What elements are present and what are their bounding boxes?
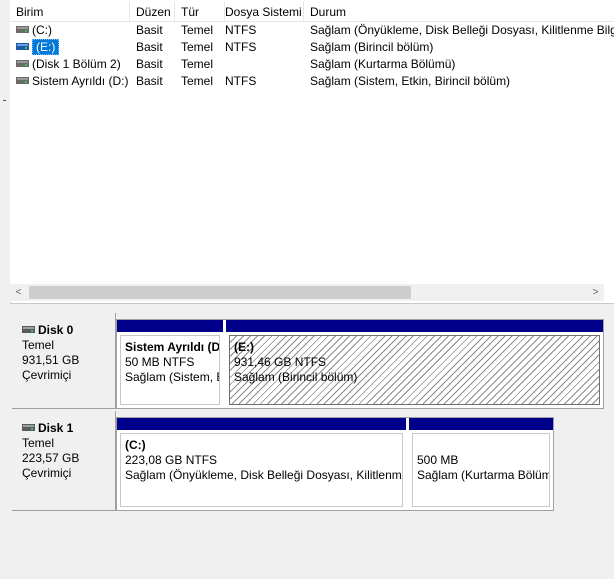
horizontal-scrollbar[interactable]: < > xyxy=(10,284,604,301)
volume-name-selected: (E:) xyxy=(32,39,60,55)
partition-bar xyxy=(117,320,223,332)
volume-layout: Basit xyxy=(136,57,163,71)
partition-status: Sağlam (Birincil bölüm) xyxy=(234,370,358,384)
volume-name-cell: (E:) xyxy=(16,39,132,56)
volume-layout: Basit xyxy=(136,23,163,37)
disk-label-1[interactable]: Disk 1 Temel 223,57 GB Çevrimiçi xyxy=(12,411,116,511)
drive-icon xyxy=(16,43,29,51)
partition-recovery[interactable]: 500 MB Sağlam (Kurtarma Bölüm xyxy=(409,418,553,510)
volume-status: Sağlam (Sistem, Etkin, Birincil bölüm) xyxy=(310,74,511,88)
disk-size: 223,57 GB xyxy=(22,451,80,465)
volume-layout: Basit xyxy=(136,40,163,54)
volume-type: Temel xyxy=(181,57,214,71)
volume-filesystem: NTFS xyxy=(225,23,257,37)
scroll-right-arrow[interactable]: > xyxy=(587,284,604,301)
column-header-durum[interactable]: Durum xyxy=(304,2,614,21)
volume-name-cell: (Disk 1 Bölüm 2) xyxy=(16,56,132,73)
volume-type: Temel xyxy=(181,40,214,54)
partition-body: (C:) 223,08 GB NTFS Sağlam (Önyükleme, D… xyxy=(120,433,403,507)
partition-size: 50 MB NTFS xyxy=(125,355,195,369)
volume-name: Sistem Ayrıldı (D:) xyxy=(32,74,129,88)
disk-name-row: Disk 0 xyxy=(22,323,115,338)
partition-system-reserved[interactable]: Sistem Ayrıldı (D 50 MB NTFS Sağlam (Sis… xyxy=(117,320,223,408)
partition-bar xyxy=(117,418,406,430)
volume-layout: Basit xyxy=(136,74,163,88)
disk-0-partitions: Sistem Ayrıldı (D 50 MB NTFS Sağlam (Sis… xyxy=(116,319,604,409)
disk-icon xyxy=(22,424,35,432)
partition-status: Sağlam (Kurtarma Bölüm xyxy=(417,468,550,482)
disk-state: Çevrimiçi xyxy=(22,368,72,382)
volume-row[interactable]: (Disk 1 Bölüm 2) Basit Temel Sağlam (Kur… xyxy=(10,56,614,73)
volume-status: Sağlam (Kurtarma Bölümü) xyxy=(310,57,456,71)
volume-status: Sağlam (Önyükleme, Disk Belleği Dosyası,… xyxy=(310,23,614,37)
column-header-duzen[interactable]: Düzen xyxy=(130,2,175,21)
column-header-tur[interactable]: Tür xyxy=(175,2,225,21)
partition-size: 500 MB xyxy=(417,453,459,467)
partition-body-selected: (E:) 931,46 GB NTFS Sağlam (Birincil böl… xyxy=(229,335,600,405)
volume-name-cell: (C:) xyxy=(16,22,132,39)
disk-size: 931,51 GB xyxy=(22,353,80,367)
volume-name-cell: Sistem Ayrıldı (D:) xyxy=(16,73,132,90)
volume-type: Temel xyxy=(181,74,214,88)
drive-icon xyxy=(16,77,29,85)
partition-name xyxy=(417,438,545,453)
volume-filesystem: NTFS xyxy=(225,74,257,88)
scroll-thumb[interactable] xyxy=(29,286,411,299)
drive-icon xyxy=(16,26,29,34)
partition-name: (C:) xyxy=(125,438,146,452)
volume-list[interactable]: Birim Düzen Tür Dosya Sistemi Durum (C:)… xyxy=(10,0,614,302)
volume-filesystem: NTFS xyxy=(225,40,257,54)
disk-name: Disk 0 xyxy=(38,323,74,337)
disk-type: Temel xyxy=(22,436,55,450)
column-header-birim[interactable]: Birim xyxy=(10,2,130,21)
partition-status: Sağlam (Önyükleme, Disk Belleği Dosyası,… xyxy=(125,468,403,482)
volume-row[interactable]: Sistem Ayrıldı (D:) Basit Temel NTFS Sağ… xyxy=(10,73,614,90)
partition-size: 223,08 GB NTFS xyxy=(125,453,218,467)
partition-name: Sistem Ayrıldı (D xyxy=(125,340,220,354)
disk-name-row: Disk 1 xyxy=(22,421,115,436)
partition-bar xyxy=(409,418,553,430)
disk-name: Disk 1 xyxy=(38,421,74,435)
disk-label-0[interactable]: Disk 0 Temel 931,51 GB Çevrimiçi xyxy=(12,313,116,409)
partition-c[interactable]: (C:) 223,08 GB NTFS Sağlam (Önyükleme, D… xyxy=(117,418,406,510)
volume-filesystem xyxy=(225,56,305,73)
disk-type: Temel xyxy=(22,338,55,352)
frame-tick xyxy=(3,100,6,101)
partition-e-selected[interactable]: (E:) 931,46 GB NTFS Sağlam (Birincil böl… xyxy=(226,320,603,408)
scroll-left-arrow[interactable]: < xyxy=(10,284,27,301)
volume-status: Sağlam (Birincil bölüm) xyxy=(310,40,434,54)
disk-state: Çevrimiçi xyxy=(22,466,72,480)
partition-status: Sağlam (Sistem, E xyxy=(125,370,220,384)
disk-icon xyxy=(22,326,35,334)
partition-body: 500 MB Sağlam (Kurtarma Bölüm xyxy=(412,433,550,507)
column-header-dosya-sistemi[interactable]: Dosya Sistemi xyxy=(219,2,304,21)
volume-row[interactable]: (C:) Basit Temel NTFS Sağlam (Önyükleme,… xyxy=(10,22,614,39)
disk-map: Disk 0 Temel 931,51 GB Çevrimiçi Sistem … xyxy=(10,311,614,579)
partition-size: 931,46 GB NTFS xyxy=(234,355,327,369)
volume-type: Temel xyxy=(181,23,214,37)
volume-row-selected[interactable]: (E:) Basit Temel NTFS Sağlam (Birincil b… xyxy=(10,39,614,56)
partition-name: (E:) xyxy=(234,340,254,354)
volume-name: (C:) xyxy=(32,23,52,37)
volume-name: (Disk 1 Bölüm 2) xyxy=(32,57,121,71)
column-header: Birim Düzen Tür Dosya Sistemi Durum xyxy=(10,2,614,22)
partition-body: Sistem Ayrıldı (D 50 MB NTFS Sağlam (Sis… xyxy=(120,335,220,405)
partition-bar xyxy=(226,320,603,332)
drive-icon xyxy=(16,60,29,68)
disk-1-partitions: (C:) 223,08 GB NTFS Sağlam (Önyükleme, D… xyxy=(116,417,554,511)
